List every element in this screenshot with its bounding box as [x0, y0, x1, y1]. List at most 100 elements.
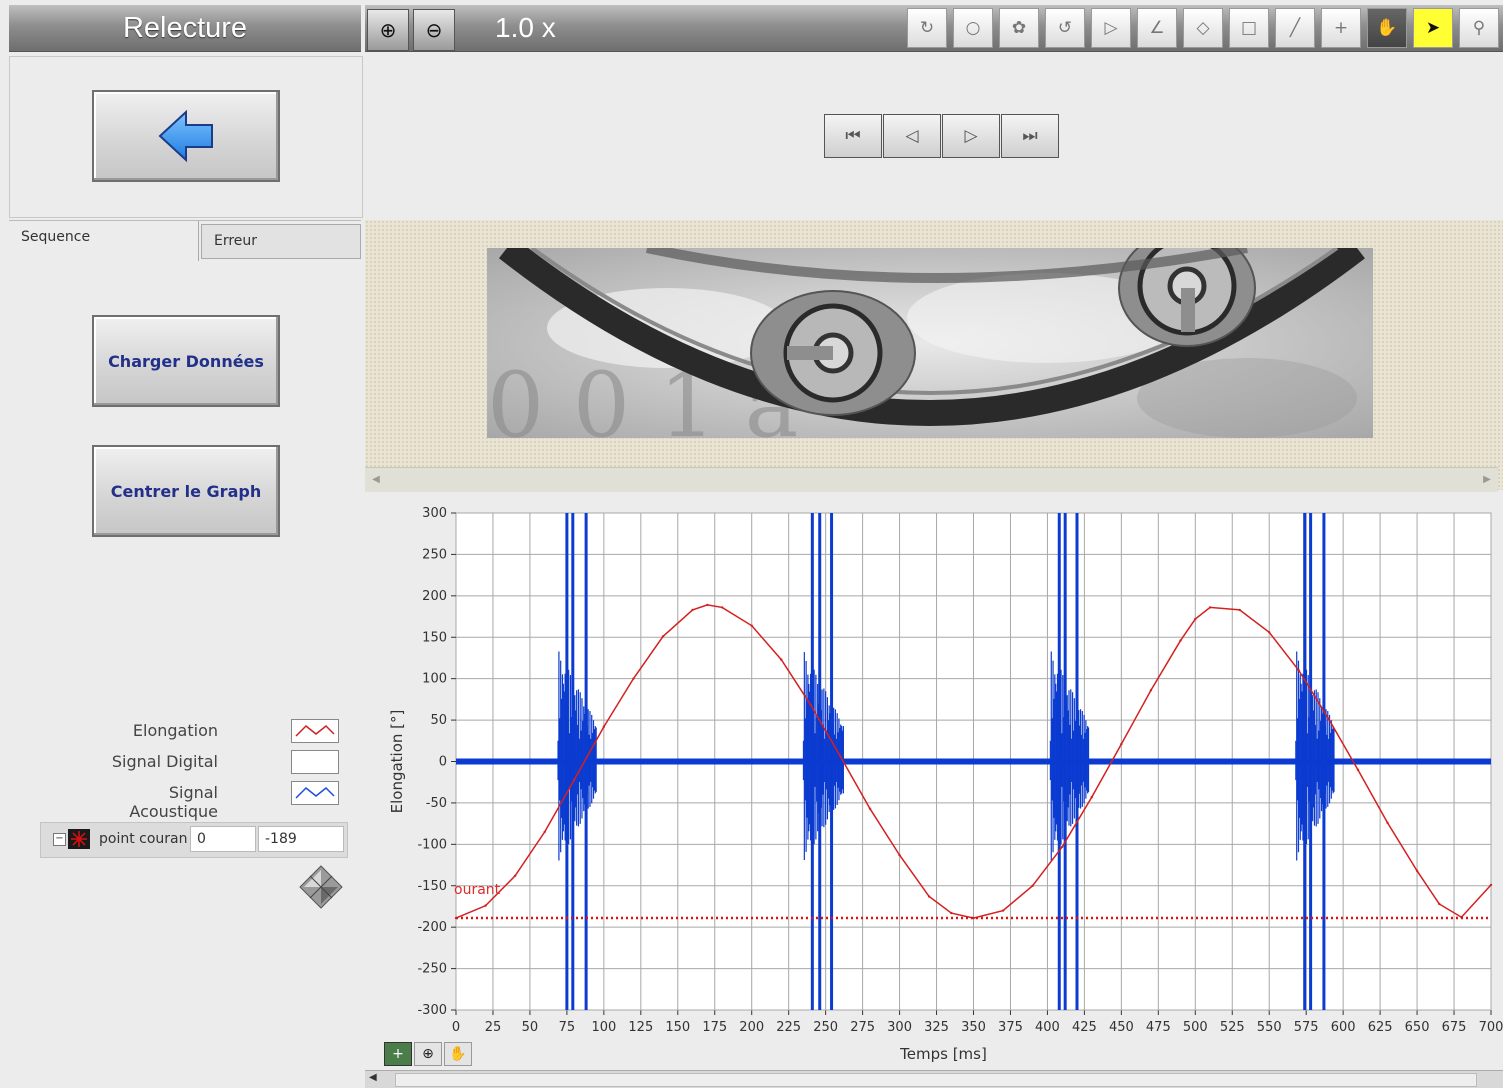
point-tool-button[interactable]: +: [1321, 8, 1361, 48]
circle-tool-button[interactable]: ○: [953, 8, 993, 48]
freehand-tool-button[interactable]: ✿: [999, 8, 1039, 48]
title-bar: Relecture: [9, 5, 361, 52]
pan-hand-button[interactable]: ✋: [1367, 8, 1407, 48]
zoom-in-button[interactable]: ⊕: [367, 9, 409, 51]
first-frame-button[interactable]: ⏮: [824, 114, 882, 158]
legend-swatch-digital[interactable]: [291, 750, 339, 774]
tab-bar: Sequence Erreur: [9, 220, 361, 261]
y-tick-label: 50: [430, 713, 447, 728]
elongation-point: [1208, 606, 1212, 609]
cursor-x-value: 0: [197, 831, 206, 847]
freehand-tool-icon: ✿: [1011, 18, 1027, 38]
scroll-thumb[interactable]: [395, 1073, 1477, 1087]
zoom-tool-button[interactable]: ⚲: [1459, 8, 1499, 48]
x-tick-label: 650: [1405, 1020, 1430, 1035]
cursor-tool-button[interactable]: +: [384, 1042, 412, 1066]
collapse-toggle-icon[interactable]: −: [53, 833, 66, 846]
tab-sequence[interactable]: Sequence: [9, 221, 199, 261]
elongation-graph[interactable]: 0 25 50 75 100 125 150 175 200 225 250 275 300 325 350…: [365, 493, 1503, 1068]
legend-label-acoustic: Signal Acoustique: [129, 783, 218, 821]
angle-tool-button[interactable]: ∠: [1137, 8, 1177, 48]
zoom-out-button[interactable]: ⊖: [413, 9, 455, 51]
elongation-point: [1386, 821, 1389, 824]
back-arrow-icon: [158, 109, 213, 163]
polygon-tool-button[interactable]: ▷: [1091, 8, 1131, 48]
x-axis-label: Temps [ms]: [899, 1045, 987, 1063]
cursor-marker-icon: [68, 829, 90, 849]
rectangle-tool-button[interactable]: □: [1229, 8, 1269, 48]
x-tick-label: 350: [961, 1020, 986, 1035]
elongation-point: [1001, 909, 1005, 912]
zoom-tool-icon: ⚲: [1472, 18, 1486, 38]
plot-legend: Elongation Signal Digital Signal Acousti…: [88, 716, 348, 821]
elongation-point: [868, 807, 872, 810]
cursor-y-field[interactable]: -189: [258, 826, 344, 852]
x-tick-label: 625: [1368, 1020, 1393, 1035]
rotate-tool-button[interactable]: ↻: [907, 8, 947, 48]
legend-swatch-elongation[interactable]: [291, 719, 339, 743]
x-tick-label: 600: [1331, 1020, 1356, 1035]
next-frame-button[interactable]: ▷: [942, 114, 1000, 158]
x-tick-label: 25: [485, 1020, 502, 1035]
pointer-arrow-button[interactable]: ➤: [1413, 8, 1453, 48]
camera-image: 0 0 1 a: [487, 248, 1373, 438]
x-tick-label: 225: [776, 1020, 801, 1035]
y-tick-label: -50: [426, 796, 447, 811]
point-tool-icon: +: [1333, 18, 1349, 38]
y-tick-label: 300: [422, 506, 447, 521]
x-tick-label: 525: [1220, 1020, 1245, 1035]
elongation-point: [1149, 689, 1153, 692]
tab-sequence-label: Sequence: [21, 229, 91, 245]
cursor-plot-label: ourant: [454, 882, 501, 898]
graph-zoom-button[interactable]: ⊕: [414, 1042, 442, 1066]
x-tick-label: 250: [813, 1020, 838, 1035]
line-tool-icon: ╱: [1289, 18, 1301, 38]
previous-frame-button[interactable]: ◁: [883, 114, 941, 158]
circle-tool-icon: ○: [965, 18, 981, 38]
scroll-right-arrow-icon[interactable]: ▶: [1478, 471, 1496, 489]
bottom-scrollbar[interactable]: ◀: [365, 1070, 1503, 1088]
x-tick-label: 200: [739, 1020, 764, 1035]
lasso-tool-icon: ↺: [1057, 18, 1073, 38]
elongation-point: [1120, 742, 1123, 746]
center-graph-button[interactable]: Centrer le Graph: [92, 445, 280, 537]
elongation-point: [661, 635, 665, 638]
elongation-point: [543, 830, 546, 834]
y-tick-label: -200: [417, 920, 447, 935]
legend-swatch-acoustic[interactable]: [291, 781, 339, 805]
x-tick-label: 400: [1035, 1020, 1060, 1035]
y-tick-label: -150: [417, 879, 447, 894]
image-h-scrollbar[interactable]: ◀ ▶: [365, 467, 1498, 492]
diamond-tool-button[interactable]: ◇: [1183, 8, 1223, 48]
scroll-left-arrow-icon[interactable]: ◀: [367, 471, 385, 489]
elongation-point: [484, 904, 487, 907]
y-tick-label: -300: [417, 1003, 447, 1018]
elongation-point: [1415, 869, 1419, 873]
elongation-point: [1179, 639, 1182, 642]
elongation-point: [1031, 884, 1034, 887]
back-button[interactable]: [92, 90, 280, 182]
legend-line-acoustic: [295, 786, 335, 799]
x-tick-label: 275: [850, 1020, 875, 1035]
elongation-point: [1356, 768, 1360, 771]
tab-erreur[interactable]: Erreur: [201, 224, 361, 259]
elongation-point: [898, 853, 901, 857]
y-axis-label: Elongation [°]: [388, 710, 406, 814]
scroll-left-icon[interactable]: ◀: [369, 1072, 377, 1083]
elongation-point: [809, 703, 813, 707]
cursor-x-field[interactable]: 0: [190, 826, 256, 852]
line-tool-button[interactable]: ╱: [1275, 8, 1315, 48]
x-tick-label: 50: [522, 1020, 539, 1035]
last-frame-button[interactable]: ⏭: [1001, 114, 1059, 158]
y-tick-label: -100: [417, 837, 447, 852]
load-data-button[interactable]: Charger Données: [92, 315, 280, 407]
polygon-tool-icon: ▷: [1104, 18, 1118, 38]
graph-pan-button[interactable]: ✋: [444, 1042, 472, 1066]
y-tick-label: 100: [422, 672, 447, 687]
elongation-point: [1061, 845, 1064, 849]
move-diamond-icon: [299, 865, 343, 909]
y-tick-label: 150: [422, 630, 447, 645]
cursor-name: point couran: [99, 831, 188, 847]
cursor-move-pad[interactable]: [298, 864, 344, 910]
lasso-tool-button[interactable]: ↺: [1045, 8, 1085, 48]
